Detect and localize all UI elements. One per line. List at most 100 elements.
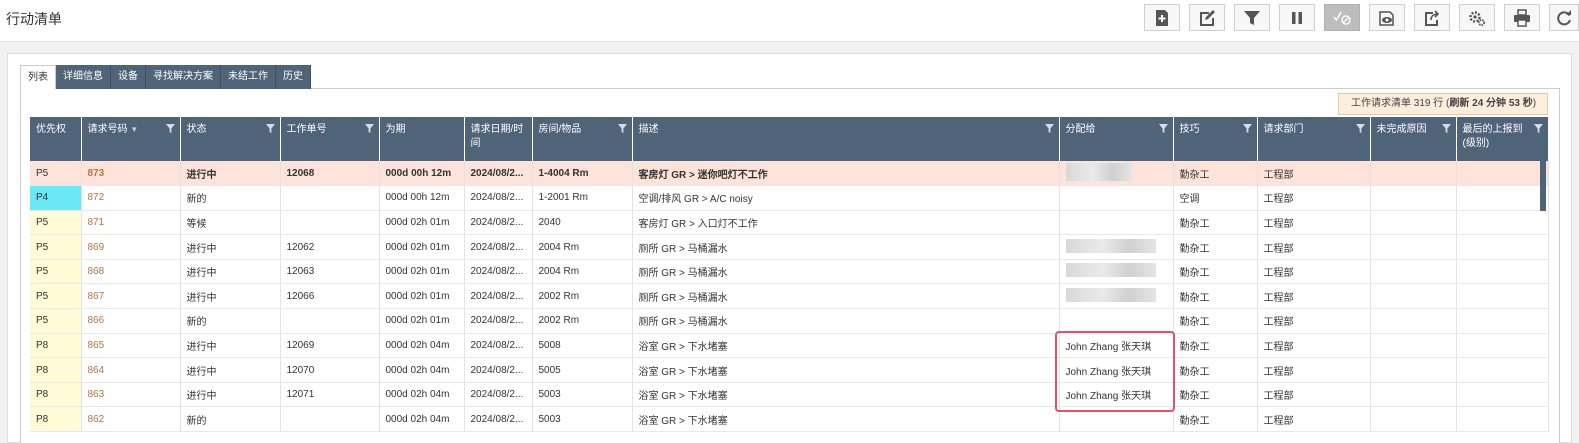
request-number-link[interactable]: 863 [81,382,181,408]
column-header-skill[interactable]: 技巧 [1173,117,1258,161]
department-cell: 工程部 [1257,210,1371,236]
escalation-cell [1456,357,1549,383]
request-number-link[interactable]: 869 [81,234,181,260]
duration-cell: 000d 00h 12m [379,185,465,211]
skill-cell: 勤杂工 [1173,382,1258,408]
request-number-link[interactable]: 868 [81,259,181,285]
filter-icon[interactable] [1355,124,1365,133]
duration-cell: 000d 02h 04m [379,406,465,433]
table-row[interactable]: P5 867 进行中 12066 000d 02h 01m 2024/08/2... 200… [30,283,1549,310]
filter-icon[interactable] [364,124,374,133]
filter-icon[interactable] [165,124,175,133]
tab-equipment[interactable]: 设备 [111,65,146,89]
escalation-cell [1456,161,1549,187]
request-date-cell: 2024/08/2... [464,283,533,310]
assigned-to-cell [1059,210,1174,236]
description-cell: 浴室 GR > 下水堵塞 [632,333,1060,359]
add-button[interactable] [1144,4,1180,31]
filter-icon[interactable] [1044,124,1054,133]
incomplete-reason-cell [1370,259,1457,285]
filter-icon[interactable] [617,124,627,133]
table-row[interactable]: P5 868 进行中 12063 000d 02h 01m 2024/08/2... 200… [30,259,1549,285]
tab-open-work[interactable]: 未结工作 [221,65,276,89]
table-row[interactable]: P5 869 进行中 12062 000d 02h 01m 2024/08/2... 200… [30,234,1549,260]
department-cell: 工程部 [1257,406,1371,433]
redacted-name [1065,263,1156,278]
status-cell: 进行中 [180,161,281,187]
description-cell: 浴室 GR > 下水堵塞 [632,382,1060,408]
refresh-button[interactable] [1549,4,1579,31]
request-number-link[interactable]: 865 [81,333,181,359]
print-button[interactable] [1504,4,1540,31]
description-cell: 空调/排风 GR > A/C noisy [632,185,1060,211]
scrollbar-thumb[interactable] [1540,161,1546,211]
room-cell: 1-4004 Rm [532,161,633,187]
request-number-link[interactable]: 873 [81,161,181,187]
table-header-row: 优先权 请求号码 ▼ 状态 工作单号 为期 请求日期/时间 房间/物品 描述 分… [30,117,1549,161]
column-header-duration[interactable]: 为期 [379,117,465,161]
tab-list[interactable]: 列表 [20,65,56,89]
request-number-link[interactable]: 871 [81,210,181,236]
filter-icon[interactable] [1533,124,1543,133]
skill-cell: 勤杂工 [1173,161,1258,187]
status-cell: 等候 [180,210,281,236]
table-row[interactable]: P8 862 新的 000d 02h 04m 2024/08/2... 5003 浴室 GR… [30,406,1549,433]
table-row[interactable]: P8 864 进行中 12070 000d 02h 04m 2024/08/2... 500… [30,357,1549,383]
room-cell: 5008 [532,333,633,359]
column-header-work-order[interactable]: 工作单号 [280,117,380,161]
tab-history[interactable]: 历史 [276,65,311,89]
complete-button[interactable] [1324,4,1360,31]
column-header-room[interactable]: 房间/物品 [532,117,633,161]
table-row[interactable]: P5 873 进行中 12068 000d 00h 12m 2024/08/2... 1-4… [30,161,1549,187]
request-date-cell: 2024/08/2... [464,333,533,359]
request-number-link[interactable]: 862 [81,406,181,433]
filter-button[interactable] [1234,4,1270,31]
room-cell: 2004 Rm [532,234,633,260]
request-date-cell: 2024/08/2... [464,406,533,433]
table-row[interactable]: P5 866 新的 000d 02h 01m 2024/08/2... 2002 Rm 厕所… [30,308,1549,334]
view-button[interactable] [1369,4,1405,31]
settings-button[interactable] [1459,4,1495,31]
request-number-link[interactable]: 866 [81,308,181,334]
column-header-escalation[interactable]: 最后的上报到(级别) [1456,117,1549,161]
duration-cell: 000d 00h 12m [379,161,465,187]
column-header-priority[interactable]: 优先权 [30,117,82,161]
summary-suffix: ) [1532,98,1537,109]
table-row[interactable]: P8 863 进行中 12071 000d 02h 04m 2024/08/2... 500… [30,382,1549,408]
table-row[interactable]: P4 872 新的 000d 00h 12m 2024/08/2... 1-2001 Rm… [30,185,1549,211]
priority-cell: P5 [30,210,82,236]
request-number-link[interactable]: 864 [81,357,181,383]
column-header-status[interactable]: 状态 [180,117,281,161]
column-header-request-no[interactable]: 请求号码 ▼ [81,117,181,161]
filter-icon[interactable] [1441,124,1451,133]
escalation-cell [1456,406,1549,433]
assigned-to-cell [1059,185,1174,211]
department-cell: 工程部 [1257,185,1371,211]
complete-icon [1333,11,1351,25]
filter-icon[interactable] [1242,124,1252,133]
column-header-incomplete-reason[interactable]: 未完成原因 [1370,117,1457,161]
department-cell: 工程部 [1257,308,1371,334]
table-row[interactable]: P5 871 等候 000d 02h 01m 2024/08/2... 2040 客房灯 G… [30,210,1549,236]
duration-cell: 000d 02h 04m [379,333,465,359]
work-order-cell: 12068 [280,161,380,187]
edit-button[interactable] [1189,4,1225,31]
column-header-request-date[interactable]: 请求日期/时间 [464,117,533,161]
work-order-cell: 12062 [280,234,380,260]
column-header-description[interactable]: 描述 [632,117,1060,161]
column-header-assigned-to[interactable]: 分配给 [1059,117,1174,161]
redacted-name [1065,162,1132,181]
tab-find-solution[interactable]: 寻找解决方案 [146,65,221,89]
column-header-department[interactable]: 请求部门 [1257,117,1371,161]
pause-button[interactable] [1279,4,1315,31]
table-row[interactable]: P8 865 进行中 12069 000d 02h 04m 2024/08/2... 500… [30,333,1549,359]
export-button[interactable] [1414,4,1450,31]
request-date-cell: 2024/08/2... [464,161,533,187]
filter-icon[interactable] [265,124,275,133]
tab-details[interactable]: 详细信息 [56,65,111,89]
status-cell: 新的 [180,308,281,334]
request-number-link[interactable]: 867 [81,283,181,310]
room-cell: 2002 Rm [532,308,633,334]
request-number-link[interactable]: 872 [81,185,181,211]
filter-icon[interactable] [1158,124,1168,133]
